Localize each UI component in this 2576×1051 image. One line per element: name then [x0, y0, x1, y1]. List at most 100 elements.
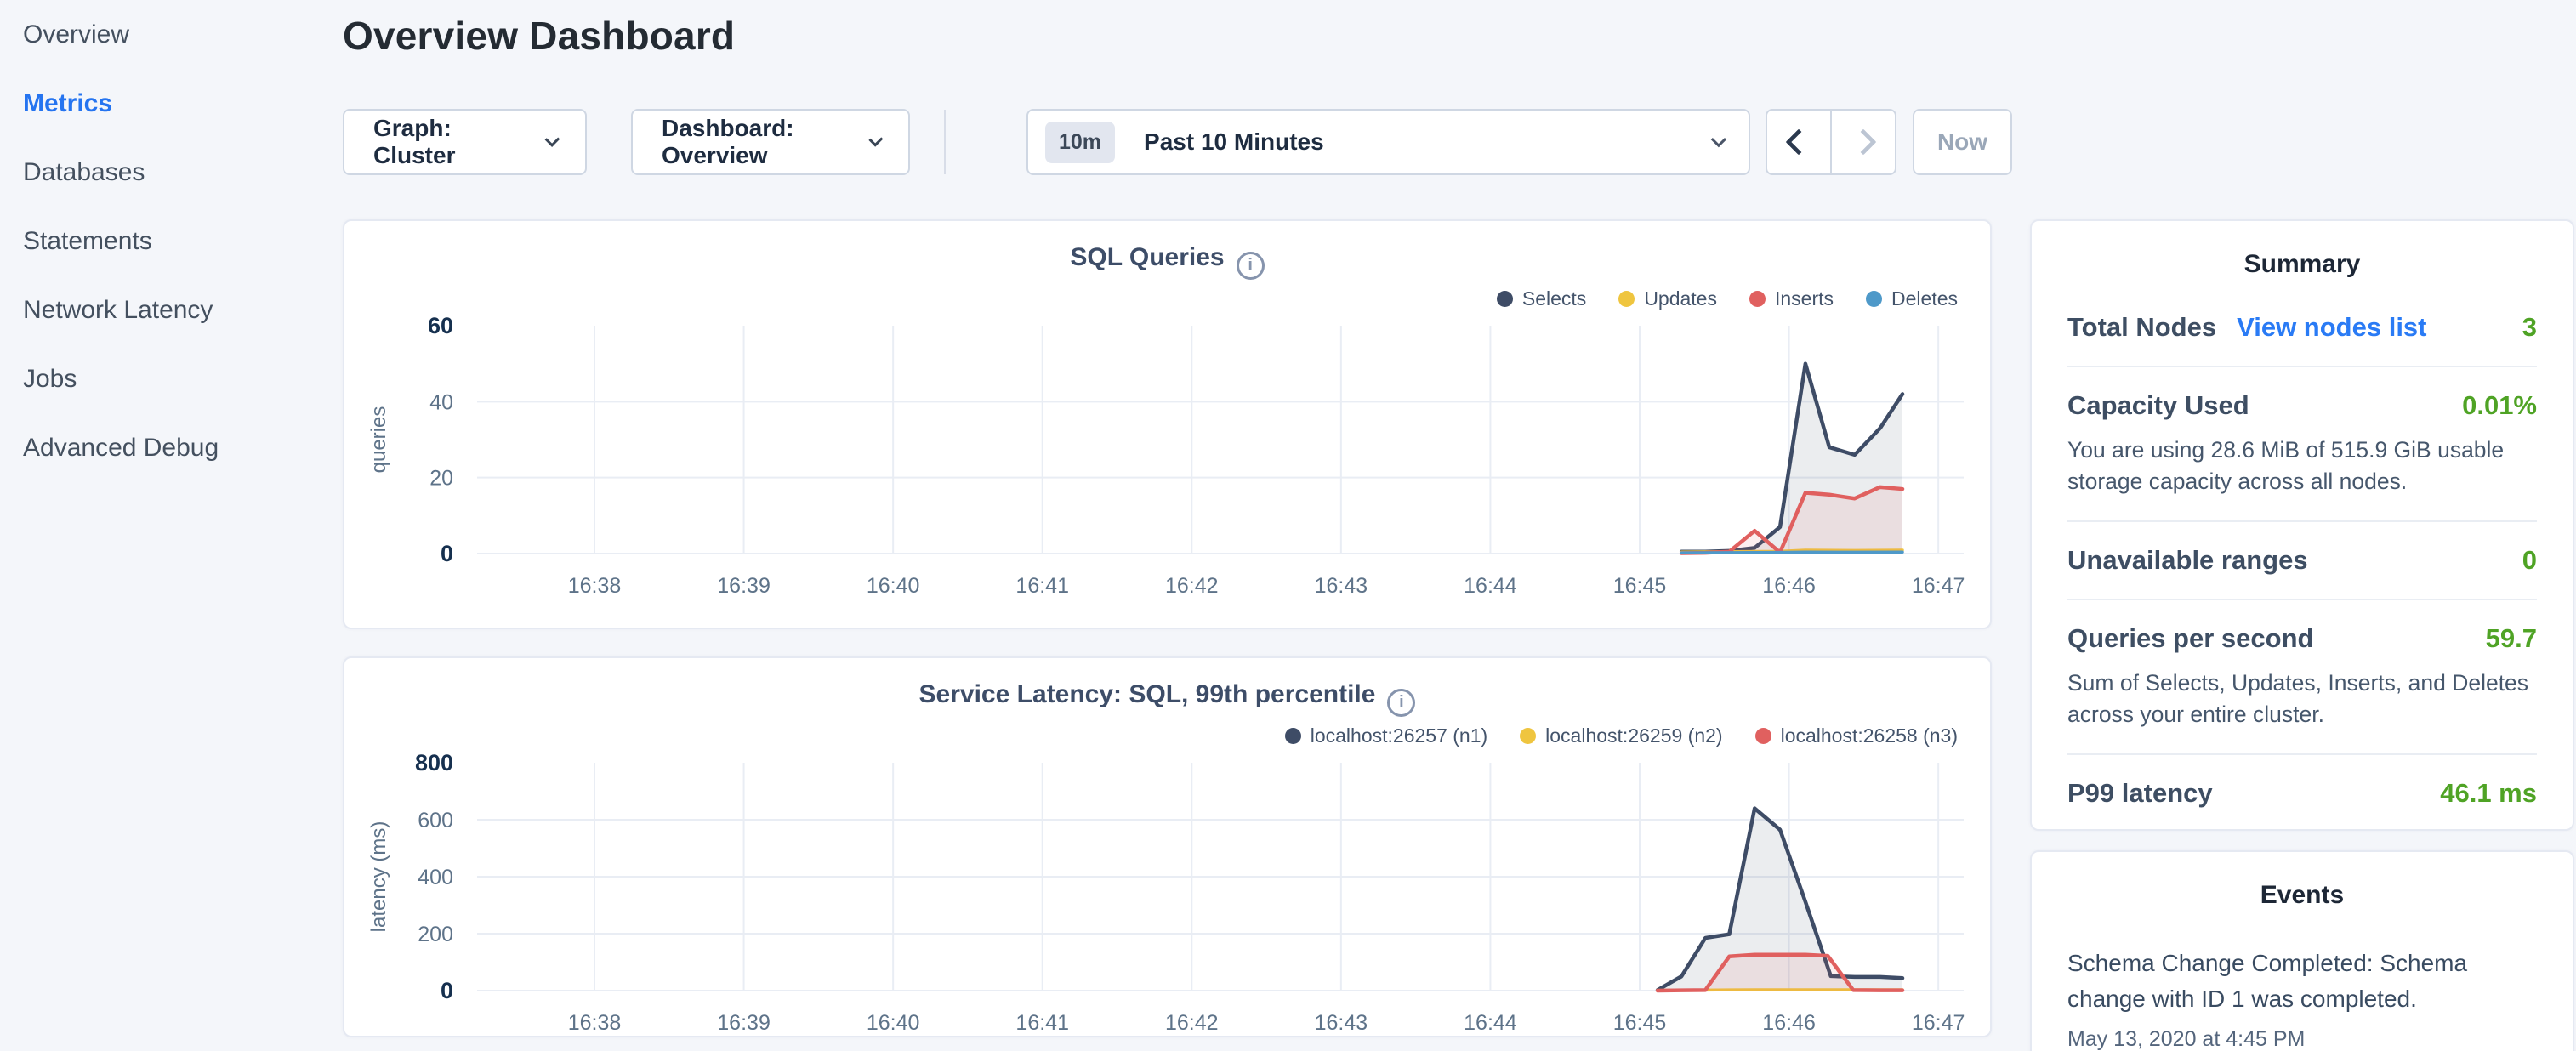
legend-item[interactable]: localhost:26258 (n3) [1755, 724, 1958, 747]
svg-text:16:43: 16:43 [1315, 574, 1368, 598]
sidebar-item-databases[interactable]: Databases [23, 138, 343, 207]
chart-legend: Selects Updates Inserts Deletes [365, 286, 1970, 311]
total-nodes-value: 3 [2522, 312, 2537, 343]
svg-text:16:46: 16:46 [1762, 574, 1816, 598]
legend-label: Inserts [1775, 287, 1834, 310]
summary-row-unavailable-ranges: Unavailable ranges 0 [2067, 522, 2537, 600]
svg-text:queries: queries [367, 406, 390, 474]
chart-title: SQL Queries [1070, 243, 1224, 271]
toolbar: Graph: Cluster Dashboard: Overview 10m P… [343, 109, 2012, 175]
legend-label: localhost:26259 (n2) [1545, 724, 1722, 747]
sidebar: Overview Metrics Databases Statements Ne… [0, 0, 343, 1051]
next-time-button[interactable] [1830, 109, 1896, 175]
svg-text:16:40: 16:40 [867, 1011, 920, 1035]
svg-text:0: 0 [441, 978, 453, 1003]
svg-text:16:47: 16:47 [1912, 1011, 1965, 1035]
svg-text:20: 20 [429, 467, 453, 491]
time-step-buttons [1766, 109, 1896, 175]
svg-text:16:40: 16:40 [867, 574, 920, 598]
events-card: Events Schema Change Completed: Schema c… [2030, 850, 2574, 1051]
svg-text:16:38: 16:38 [568, 574, 622, 598]
legend-dot-icon [1497, 291, 1513, 307]
time-range-badge: 10m [1045, 122, 1115, 163]
sidebar-item-statements[interactable]: Statements [23, 207, 343, 276]
unavailable-ranges-value: 0 [2522, 545, 2537, 576]
sidebar-item-overview[interactable]: Overview [23, 0, 343, 69]
toolbar-divider [944, 110, 946, 174]
sidebar-item-jobs[interactable]: Jobs [23, 344, 343, 413]
chevron-down-icon [1711, 131, 1726, 146]
svg-text:800: 800 [415, 750, 453, 775]
service-latency-chart[interactable]: 020040060080016:3816:3916:4016:4116:4216… [365, 750, 1972, 1037]
legend-dot-icon [1618, 291, 1635, 307]
svg-text:16:44: 16:44 [1464, 1011, 1517, 1035]
events-title: Events [2067, 881, 2537, 910]
view-nodes-list-link[interactable]: View nodes list [2237, 312, 2426, 343]
right-rail: Summary Total Nodes View nodes list 3 Ca… [2030, 219, 2574, 1051]
legend-label: Deletes [1891, 287, 1958, 310]
legend-item[interactable]: localhost:26259 (n2) [1520, 724, 1722, 747]
svg-text:16:47: 16:47 [1912, 574, 1965, 598]
svg-text:16:41: 16:41 [1015, 1011, 1069, 1035]
svg-text:16:45: 16:45 [1613, 1011, 1667, 1035]
chevron-down-icon [544, 132, 560, 147]
time-range-label: Past 10 Minutes [1144, 128, 1324, 156]
legend-label: localhost:26258 (n3) [1781, 724, 1958, 747]
legend-dot-icon [1520, 728, 1536, 744]
qps-value: 59.7 [2486, 623, 2537, 654]
dashboard-dropdown[interactable]: Dashboard: Overview [631, 109, 910, 175]
chart-title-row: Service Latency: SQL, 99th percentile i [365, 680, 1970, 714]
summary-row-p99: P99 latency 46.1 ms [2067, 755, 2537, 831]
legend-dot-icon [1755, 728, 1771, 744]
unavailable-ranges-label: Unavailable ranges [2067, 545, 2308, 576]
summary-row-total-nodes: Total Nodes View nodes list 3 [2067, 289, 2537, 367]
summary-card: Summary Total Nodes View nodes list 3 Ca… [2030, 219, 2574, 831]
now-button[interactable]: Now [1913, 109, 2012, 175]
prev-time-button[interactable] [1766, 109, 1832, 175]
capacity-used-value: 0.01% [2462, 390, 2537, 421]
total-nodes-label: Total Nodes [2067, 312, 2216, 343]
svg-text:16:38: 16:38 [568, 1011, 622, 1035]
service-latency-card: Service Latency: SQL, 99th percentile i l… [343, 656, 1992, 1037]
info-icon[interactable]: i [1387, 689, 1415, 717]
event-item[interactable]: Schema Change Completed: Schema change w… [2067, 946, 2537, 1051]
svg-text:16:46: 16:46 [1762, 1011, 1816, 1035]
svg-text:400: 400 [418, 866, 453, 889]
sql-queries-chart[interactable]: 020406016:3816:3916:4016:4116:4216:4316:… [365, 313, 1972, 602]
graph-dropdown-label: Graph: Cluster [373, 115, 527, 169]
legend-label: Updates [1644, 287, 1717, 310]
summary-row-capacity: Capacity Used 0.01% You are using 28.6 M… [2067, 367, 2537, 522]
legend-item[interactable]: Selects [1497, 287, 1586, 310]
chart-title: Service Latency: SQL, 99th percentile [919, 680, 1376, 708]
dashboard-dropdown-label: Dashboard: Overview [662, 115, 851, 169]
legend-item[interactable]: Updates [1618, 287, 1717, 310]
svg-text:16:45: 16:45 [1613, 574, 1667, 598]
capacity-used-label: Capacity Used [2067, 390, 2249, 421]
svg-text:16:39: 16:39 [717, 1011, 771, 1035]
legend-item[interactable]: Inserts [1749, 287, 1834, 310]
info-icon[interactable]: i [1237, 252, 1265, 280]
legend-item[interactable]: Deletes [1866, 287, 1958, 310]
qps-desc: Sum of Selects, Updates, Inserts, and De… [2067, 668, 2537, 730]
svg-text:16:44: 16:44 [1464, 574, 1517, 598]
qps-label: Queries per second [2067, 623, 2313, 654]
p99-latency-value: 46.1 ms [2440, 778, 2537, 809]
summary-title: Summary [2067, 250, 2537, 279]
svg-text:200: 200 [418, 923, 453, 946]
legend-item[interactable]: localhost:26257 (n1) [1285, 724, 1487, 747]
svg-text:600: 600 [418, 809, 453, 832]
sidebar-item-advanced-debug[interactable]: Advanced Debug [23, 413, 343, 482]
main-content: Overview Dashboard Graph: Cluster Dashbo… [343, 0, 2012, 1051]
chevron-left-icon [1785, 128, 1811, 155]
page-title: Overview Dashboard [343, 12, 2012, 60]
legend-dot-icon [1749, 291, 1766, 307]
sidebar-item-metrics[interactable]: Metrics [23, 69, 343, 138]
svg-text:16:39: 16:39 [717, 574, 771, 598]
time-range-picker[interactable]: 10m Past 10 Minutes [1026, 109, 1750, 175]
graph-dropdown[interactable]: Graph: Cluster [343, 109, 587, 175]
svg-text:60: 60 [428, 313, 453, 338]
sidebar-item-network-latency[interactable]: Network Latency [23, 276, 343, 344]
chart-legend: localhost:26257 (n1) localhost:26259 (n2)… [365, 723, 1970, 748]
svg-text:16:43: 16:43 [1315, 1011, 1368, 1035]
svg-text:16:41: 16:41 [1015, 574, 1069, 598]
